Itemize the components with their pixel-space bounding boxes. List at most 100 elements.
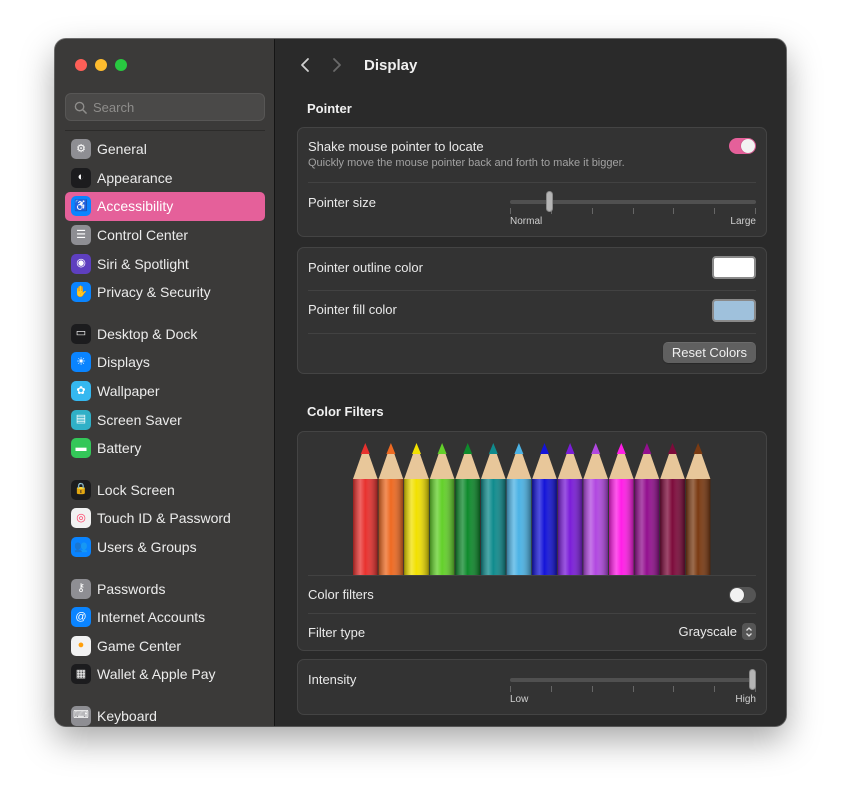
shake-pointer-row: Shake mouse pointer to locate Quickly mo…	[298, 128, 766, 182]
sidebar-item-label: Keyboard	[97, 707, 157, 724]
sidebar-item-label: Desktop & Dock	[97, 325, 198, 342]
appearance-icon: ◐	[71, 167, 91, 188]
zoom-button[interactable]	[115, 59, 127, 71]
pencil	[660, 443, 685, 575]
color-filter-preview	[298, 432, 766, 575]
sidebar-item-label: Battery	[97, 440, 142, 457]
pencil	[532, 443, 557, 575]
slider-track	[510, 678, 756, 682]
sidebar-item-label: Screen Saver	[97, 411, 182, 428]
main-pane: Display Pointer Shake mouse pointer to l…	[276, 39, 786, 726]
sidebar-item-desktop-dock[interactable]: ▭ Desktop & Dock	[65, 320, 265, 349]
search-input[interactable]	[93, 99, 253, 115]
sidebar-item-game-center[interactable]: ● Game Center	[65, 632, 265, 661]
search-field[interactable]	[65, 93, 265, 121]
sidebar-item-accessibility[interactable]: ♿ Accessibility	[65, 192, 265, 221]
accessibility-icon: ♿	[71, 196, 91, 217]
forward-button[interactable]	[322, 50, 352, 80]
sidebar-item-control-center[interactable]: ☰ Control Center	[65, 221, 265, 250]
slider-tick	[510, 208, 511, 214]
shake-pointer-description: Quickly move the mouse pointer back and …	[308, 157, 625, 169]
slider-tick	[673, 686, 675, 692]
sidebar-item-screen-saver[interactable]: ▤ Screen Saver	[65, 405, 265, 434]
slider-thumb[interactable]	[545, 191, 553, 212]
pencil	[583, 443, 608, 575]
sidebar-item-battery[interactable]: ▬ Battery	[65, 434, 265, 463]
sidebar-item-wallet[interactable]: ▦ Wallet & Apple Pay	[65, 660, 265, 689]
sidebar-item-label: Internet Accounts	[97, 609, 206, 626]
toolbar: Display	[276, 39, 786, 91]
sidebar-item-wallpaper[interactable]: ✿ Wallpaper	[65, 377, 265, 406]
sidebar-item-siri-spotlight[interactable]: ◉ Siri & Spotlight	[65, 249, 265, 278]
siri-icon: ◉	[71, 253, 91, 274]
wallet-icon: ▦	[71, 664, 91, 685]
pencil	[353, 443, 378, 575]
pencil	[429, 443, 455, 575]
pencil	[455, 443, 480, 575]
sidebar-item-displays[interactable]: ☀ Displays	[65, 348, 265, 377]
reset-colors-button[interactable]: Reset Colors	[662, 342, 756, 363]
back-button[interactable]	[290, 50, 320, 80]
sidebar-item-internet-accounts[interactable]: @ Internet Accounts	[65, 603, 265, 632]
slider-tick	[673, 208, 675, 214]
dock-icon: ▭	[71, 323, 91, 344]
control-center-icon: ☰	[71, 225, 91, 246]
sidebar-item-passwords[interactable]: ⚷ Passwords	[65, 574, 265, 603]
shake-pointer-toggle[interactable]	[729, 138, 756, 154]
slider-thumb[interactable]	[749, 669, 756, 690]
sidebar-item-label: Passwords	[97, 580, 166, 597]
color-filters-row: Color filters	[298, 575, 766, 613]
sidebar-item-label: Siri & Spotlight	[97, 255, 189, 272]
minimize-button[interactable]	[95, 59, 107, 71]
pointer-outline-row: Pointer outline color	[298, 248, 766, 290]
pointer-size-max-label: Large	[730, 216, 756, 227]
game-center-icon: ●	[71, 635, 91, 656]
slider-tick	[550, 686, 552, 692]
sidebar-item-general[interactable]: ⚙ General	[65, 135, 265, 164]
sidebar-item-touch-id[interactable]: ◎ Touch ID & Password	[65, 504, 265, 533]
sidebar-item-label: Appearance	[97, 169, 173, 186]
pointer-size-min-label: Normal	[510, 216, 543, 227]
sidebar-item-privacy-security[interactable]: ✋ Privacy & Security	[65, 278, 265, 307]
sidebar-item-label: Accessibility	[97, 198, 174, 215]
settings-window: ⚙ General ◐ Appearance ♿ Accessibility ☰ Contro…	[55, 39, 786, 726]
color-pencils-preview-image	[353, 443, 711, 575]
color-filters-label: Color filters	[308, 587, 374, 602]
pointer-outline-color-well[interactable]	[712, 256, 756, 279]
sidebar-item-keyboard[interactable]: ⌨ Keyboard	[65, 702, 265, 726]
fingerprint-icon: ◎	[71, 508, 91, 529]
pointer-group: Shake mouse pointer to locate Quickly mo…	[297, 127, 767, 237]
battery-icon: ▬	[71, 438, 91, 459]
sidebar-item-appearance[interactable]: ◐ Appearance	[65, 164, 265, 193]
close-button[interactable]	[75, 59, 87, 71]
gear-icon: ⚙	[71, 139, 91, 160]
sidebar-item-label: Game Center	[97, 637, 182, 654]
pointer-fill-color-well[interactable]	[712, 299, 756, 322]
slider-tick	[632, 208, 634, 214]
sidebar-item-label: Users & Groups	[97, 539, 197, 556]
pencil	[609, 443, 634, 575]
filter-type-row: Filter type Grayscale	[298, 613, 766, 651]
filter-type-popup[interactable]: Grayscale	[678, 623, 756, 640]
shake-pointer-label: Shake mouse pointer to locate	[308, 139, 484, 154]
sidebar-item-label: Lock Screen	[97, 481, 175, 498]
intensity-max-label: High	[735, 694, 756, 705]
sidebar-list: ⚙ General ◐ Appearance ♿ Accessibility ☰ Contro…	[65, 135, 265, 726]
pointer-color-group: Pointer outline color Pointer fill color…	[297, 247, 767, 374]
slider-tick	[714, 208, 716, 214]
sidebar: ⚙ General ◐ Appearance ♿ Accessibility ☰ Contro…	[55, 39, 275, 726]
sidebar-divider	[65, 130, 265, 131]
color-filters-toggle[interactable]	[729, 587, 756, 603]
key-icon: ⚷	[71, 578, 91, 599]
pointer-size-row: Pointer size Normal Large	[298, 182, 766, 237]
sidebar-item-users-groups[interactable]: 👥 Users & Groups	[65, 533, 265, 562]
users-icon: 👥	[71, 537, 91, 558]
intensity-min-label: Low	[510, 694, 529, 705]
sidebar-item-label: Wallpaper	[97, 383, 160, 400]
sidebar-item-label: Privacy & Security	[97, 284, 211, 301]
filter-type-value: Grayscale	[678, 624, 737, 639]
sidebar-item-lock-screen[interactable]: 🔒 Lock Screen	[65, 476, 265, 505]
